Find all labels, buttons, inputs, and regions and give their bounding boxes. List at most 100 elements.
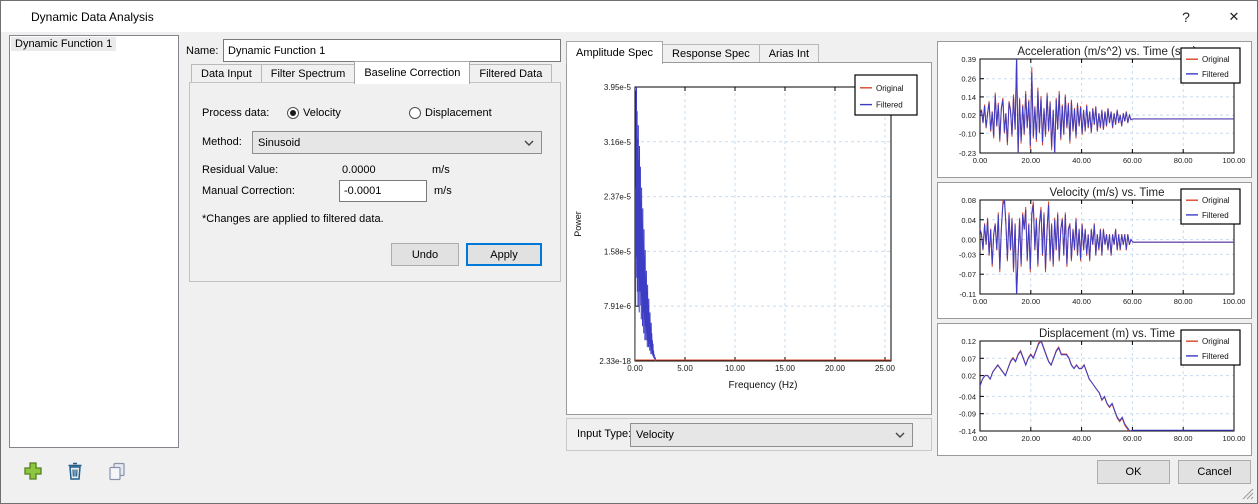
svg-text:2.33e-18: 2.33e-18 <box>599 357 631 366</box>
svg-text:20.00: 20.00 <box>825 364 846 373</box>
function-list[interactable]: Dynamic Function 1 <box>9 35 179 448</box>
svg-text:0.04: 0.04 <box>961 216 976 225</box>
displacement-chart: 0.0020.0040.0060.0080.00100.000.120.070.… <box>938 324 1251 455</box>
svg-text:25.00: 25.00 <box>875 364 896 373</box>
svg-text:-0.14: -0.14 <box>959 427 976 436</box>
svg-text:Original: Original <box>1202 196 1230 205</box>
svg-text:10.00: 10.00 <box>725 364 746 373</box>
svg-text:-0.09: -0.09 <box>959 410 976 419</box>
residual-unit: m/s <box>432 164 450 176</box>
manual-correction-unit: m/s <box>434 185 452 197</box>
apply-button[interactable]: Apply <box>466 243 542 266</box>
svg-text:Velocity (m/s) vs. Time: Velocity (m/s) vs. Time <box>1049 187 1164 199</box>
manual-correction-label: Manual Correction: <box>202 185 295 197</box>
tab-arias-int[interactable]: Arias Int <box>759 44 819 64</box>
close-button[interactable]: ✕ <box>1217 5 1251 29</box>
svg-text:-0.07: -0.07 <box>959 270 976 279</box>
svg-text:-0.11: -0.11 <box>959 290 976 299</box>
svg-text:Original: Original <box>1202 55 1230 64</box>
svg-text:7.91e-6: 7.91e-6 <box>604 302 632 311</box>
list-item-dynamic-function-1[interactable]: Dynamic Function 1 <box>11 37 116 51</box>
svg-text:0.12: 0.12 <box>961 337 976 346</box>
tab-filtered-data[interactable]: Filtered Data <box>469 64 552 84</box>
svg-text:20.00: 20.00 <box>1021 434 1040 443</box>
dialog-title: Dynamic Data Analysis <box>31 10 154 24</box>
svg-text:0.14: 0.14 <box>961 93 976 102</box>
copy-icon <box>107 461 127 481</box>
tab-amplitude-spec[interactable]: Amplitude Spec <box>566 41 663 64</box>
displacement-plot-panel: 0.0020.0040.0060.0080.00100.000.120.070.… <box>937 323 1252 456</box>
name-input[interactable] <box>223 39 561 62</box>
tab-baseline-correction[interactable]: Baseline Correction <box>354 61 470 84</box>
svg-text:100.00: 100.00 <box>1223 156 1246 165</box>
svg-text:Filtered: Filtered <box>1202 70 1229 79</box>
svg-text:40.00: 40.00 <box>1072 434 1091 443</box>
radio-displacement[interactable] <box>409 107 421 119</box>
plus-icon <box>23 461 43 481</box>
svg-text:0.02: 0.02 <box>961 111 976 120</box>
radio-velocity[interactable] <box>287 107 299 119</box>
duplicate-function-button[interactable] <box>105 459 129 483</box>
svg-text:60.00: 60.00 <box>1123 434 1142 443</box>
acceleration-plot-panel: 0.0020.0040.0060.0080.00100.000.390.260.… <box>937 41 1252 178</box>
radio-velocity-label[interactable]: Velocity <box>303 107 341 119</box>
svg-text:80.00: 80.00 <box>1174 434 1193 443</box>
svg-text:80.00: 80.00 <box>1174 297 1193 306</box>
svg-text:Original: Original <box>1202 337 1230 346</box>
svg-text:0.08: 0.08 <box>961 196 976 205</box>
undo-button[interactable]: Undo <box>391 243 459 266</box>
ok-button[interactable]: OK <box>1097 460 1170 484</box>
svg-text:Original: Original <box>876 84 904 93</box>
svg-text:20.00: 20.00 <box>1021 297 1040 306</box>
acceleration-chart: 0.0020.0040.0060.0080.00100.000.390.260.… <box>938 42 1251 177</box>
tab-filter-spectrum[interactable]: Filter Spectrum <box>261 64 356 84</box>
input-type-value: Velocity <box>636 429 674 441</box>
velocity-chart: 0.0020.0040.0060.0080.00100.000.080.040.… <box>938 183 1251 318</box>
svg-text:20.00: 20.00 <box>1021 156 1040 165</box>
svg-text:0.02: 0.02 <box>961 372 976 381</box>
spectrum-tabs: Amplitude Spec Response Spec Arias Int <box>566 41 818 64</box>
svg-text:-0.03: -0.03 <box>959 250 976 259</box>
residual-value-label: Residual Value: <box>202 164 278 176</box>
cancel-button[interactable]: Cancel <box>1178 460 1251 484</box>
amplitude-spectrum-chart: 0.005.0010.0015.0020.0025.003.95e-53.16e… <box>567 63 931 414</box>
svg-text:-0.04: -0.04 <box>959 392 976 401</box>
delete-function-button[interactable] <box>63 459 87 483</box>
svg-text:100.00: 100.00 <box>1223 297 1246 306</box>
svg-text:Filtered: Filtered <box>1202 352 1229 361</box>
svg-text:0.26: 0.26 <box>961 75 976 84</box>
svg-text:Frequency (Hz): Frequency (Hz) <box>729 380 798 391</box>
name-label: Name: <box>186 45 218 57</box>
svg-text:Power: Power <box>573 211 583 237</box>
svg-text:3.16e-5: 3.16e-5 <box>604 138 632 147</box>
svg-text:0.00: 0.00 <box>961 236 976 245</box>
filtered-data-note: *Changes are applied to filtered data. <box>202 213 384 225</box>
svg-text:80.00: 80.00 <box>1174 156 1193 165</box>
tab-response-spec[interactable]: Response Spec <box>662 44 760 64</box>
method-dropdown[interactable]: Sinusoid <box>252 131 542 154</box>
svg-text:Displacement (m) vs. Time: Displacement (m) vs. Time <box>1039 328 1175 340</box>
svg-text:0.39: 0.39 <box>961 55 976 64</box>
input-type-dropdown[interactable]: Velocity <box>630 423 913 447</box>
svg-text:Filtered: Filtered <box>876 101 903 110</box>
svg-text:-0.10: -0.10 <box>959 129 976 138</box>
manual-correction-input[interactable] <box>339 180 427 202</box>
method-label: Method: <box>202 136 242 148</box>
svg-text:2.37e-5: 2.37e-5 <box>604 193 632 202</box>
svg-text:5.00: 5.00 <box>677 364 693 373</box>
svg-text:40.00: 40.00 <box>1072 156 1091 165</box>
amplitude-spec-panel: 0.005.0010.0015.0020.0025.003.95e-53.16e… <box>566 62 932 415</box>
resize-grip[interactable] <box>1241 487 1254 500</box>
svg-text:15.00: 15.00 <box>775 364 796 373</box>
svg-text:1.58e-5: 1.58e-5 <box>604 247 632 256</box>
editor-tabs: Data Input Filter Spectrum Baseline Corr… <box>191 61 551 84</box>
svg-text:60.00: 60.00 <box>1123 297 1142 306</box>
tab-data-input[interactable]: Data Input <box>191 64 262 84</box>
svg-text:60.00: 60.00 <box>1123 156 1142 165</box>
svg-text:Acceleration (m/s^2) vs. Time: Acceleration (m/s^2) vs. Time (sec) <box>1017 46 1196 58</box>
add-function-button[interactable] <box>21 459 45 483</box>
help-button[interactable]: ? <box>1169 5 1203 29</box>
radio-displacement-label[interactable]: Displacement <box>425 107 492 119</box>
svg-text:100.00: 100.00 <box>1223 434 1246 443</box>
chevron-down-icon <box>895 432 905 438</box>
